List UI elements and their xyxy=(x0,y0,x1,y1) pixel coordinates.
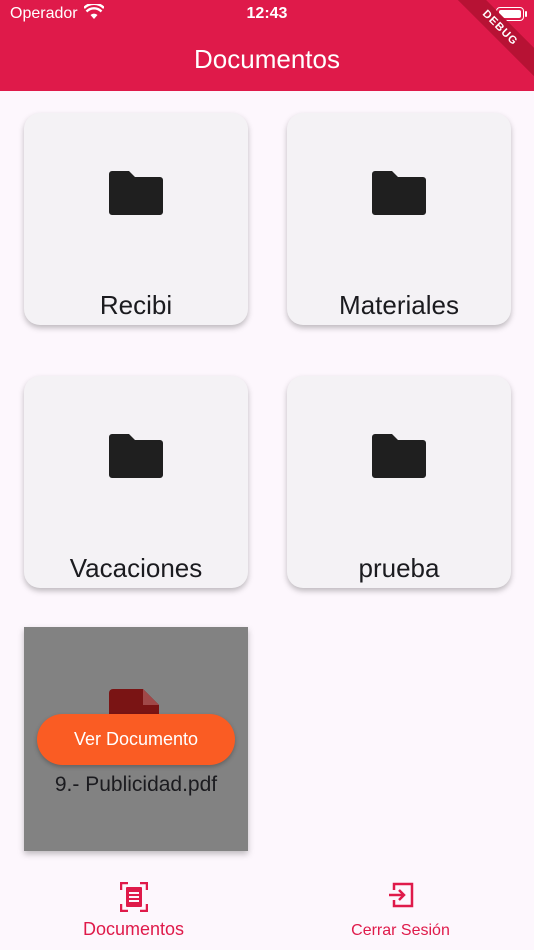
clock: 12:43 xyxy=(246,5,288,22)
folder-card-recibi[interactable]: Recibi xyxy=(24,113,248,325)
folder-label: Vacaciones xyxy=(69,553,203,583)
folder-icon xyxy=(109,171,163,220)
status-bar: Operador 12:43 xyxy=(0,0,534,30)
nav-logout[interactable]: Cerrar Sesión xyxy=(267,872,534,950)
file-label: 9.- Publicidad.pdf xyxy=(54,773,218,796)
folder-label: Materiales xyxy=(339,290,459,320)
document-scan-icon xyxy=(0,881,267,917)
folder-icon xyxy=(372,171,426,220)
app-bar: Operador 12:43 DEBUG Documentos xyxy=(0,0,534,91)
nav-logout-label: Cerrar Sesión xyxy=(351,922,450,939)
file-card-publicidad[interactable]: Ver Documento 9.- Publicidad.pdf xyxy=(24,627,248,851)
folder-card-prueba[interactable]: prueba xyxy=(287,376,511,588)
folder-icon xyxy=(372,434,426,483)
battery-tip xyxy=(525,11,527,17)
logout-icon xyxy=(267,882,534,913)
folder-label: Recibi xyxy=(99,290,173,320)
folder-card-vacaciones[interactable]: Vacaciones xyxy=(24,376,248,588)
page-title: Documentos xyxy=(194,44,340,74)
nav-documents[interactable]: Documentos xyxy=(0,872,267,950)
view-document-button[interactable]: Ver Documento xyxy=(37,714,235,765)
folder-icon xyxy=(109,434,163,483)
bottom-navigation: Documentos Cerrar Sesión xyxy=(0,872,534,950)
folder-card-materiales[interactable]: Materiales xyxy=(287,113,511,325)
folder-label: prueba xyxy=(358,553,440,583)
nav-documents-label: Documentos xyxy=(82,919,185,939)
